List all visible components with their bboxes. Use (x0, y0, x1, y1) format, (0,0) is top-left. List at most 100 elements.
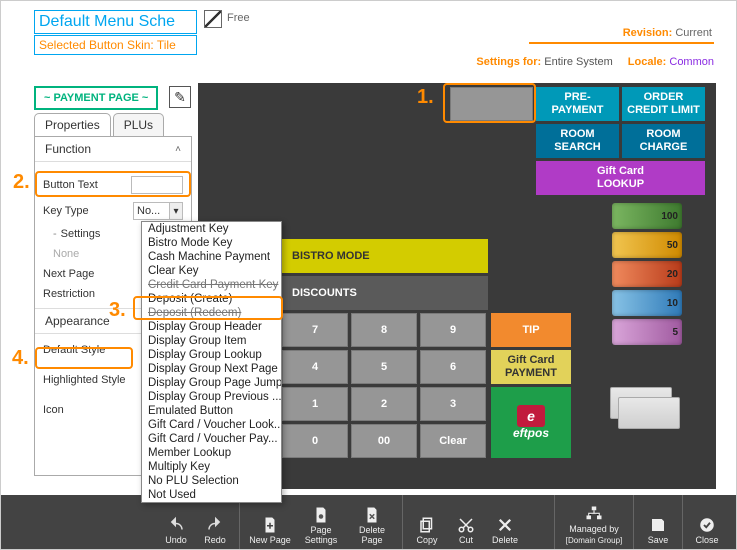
key-type-dropdown-list[interactable]: Adjustment Key Bistro Mode Key Cash Mach… (141, 221, 282, 503)
note-20[interactable]: 20 (612, 261, 682, 287)
dd-item[interactable]: Cash Machine Payment (142, 250, 281, 264)
save-button[interactable]: Save (643, 495, 673, 549)
gift-card-payment-button[interactable]: Gift CardPAYMENT (491, 350, 571, 384)
keypad-0[interactable]: 0 (282, 424, 348, 458)
page-gear-icon (312, 506, 330, 524)
gift-card-lookup-button[interactable]: Gift CardLOOKUP (536, 161, 705, 195)
property-tabs: Properties PLUs (34, 113, 192, 137)
cash-stack-icon[interactable] (610, 387, 680, 431)
redo-icon (206, 516, 224, 534)
save-icon (649, 516, 667, 534)
eftpos-label: eftpos (513, 427, 549, 441)
locale-label: Locale: (628, 56, 667, 68)
dd-item[interactable]: Display Group Previous ... (142, 390, 281, 404)
settings-for-value[interactable]: Entire System (544, 56, 612, 68)
callout-3-label: 3. (109, 299, 126, 322)
row-button-text: Button Text (35, 172, 191, 198)
bistro-mode-button[interactable]: BISTRO MODE (282, 239, 488, 273)
room-charge-button[interactable]: ROOMCHARGE (622, 124, 705, 158)
pre-payment-button[interactable]: PRE-PAYMENT (536, 87, 619, 121)
dd-item[interactable]: Not Used (142, 488, 281, 502)
delete-button[interactable]: Delete (490, 495, 520, 549)
keypad-6[interactable]: 6 (420, 350, 486, 384)
dd-item[interactable]: Bistro Mode Key (142, 236, 281, 250)
callout-2-label: 2. (13, 171, 30, 194)
page-chip[interactable]: ~ PAYMENT PAGE ~ (34, 86, 158, 110)
redo-button[interactable]: Redo (200, 495, 230, 549)
discounts-button[interactable]: DISCOUNTS (282, 276, 488, 310)
dd-item[interactable]: Gift Card / Voucher Look... (142, 418, 281, 432)
button-text-label: Button Text (43, 179, 131, 191)
keypad-5[interactable]: 5 (351, 350, 417, 384)
cash-notes: 100 50 20 10 5 (612, 203, 682, 345)
page-settings-button[interactable]: Page Settings (300, 495, 342, 549)
key-type-dropdown[interactable]: No... ▾ (133, 202, 183, 220)
dd-item[interactable]: Clear Key (142, 264, 281, 278)
dd-item[interactable]: Multiply Key (142, 460, 281, 474)
revision-label: Revision: (623, 27, 673, 39)
section-function-label: Function (45, 142, 91, 156)
keypad-clear[interactable]: Clear (420, 424, 486, 458)
keypad-1[interactable]: 1 (282, 387, 348, 421)
dd-item[interactable]: Gift Card / Voucher Pay... (142, 432, 281, 446)
managed-by-button[interactable]: Managed by [Domain Group] (564, 495, 624, 549)
dd-item[interactable]: Member Lookup (142, 446, 281, 460)
note-5[interactable]: 5 (612, 319, 682, 345)
dd-item[interactable]: Display Group Page Jump (142, 376, 281, 390)
delete-page-button[interactable]: Delete Page (351, 495, 393, 549)
note-10[interactable]: 10 (612, 290, 682, 316)
new-page-button[interactable]: New Page (249, 495, 291, 549)
undo-button[interactable]: Undo (161, 495, 191, 549)
blank-button[interactable] (450, 87, 533, 121)
tab-properties[interactable]: Properties (34, 113, 111, 137)
settings-for-label: Settings for: (476, 56, 541, 68)
tip-button[interactable]: TIP (491, 313, 571, 347)
dd-item[interactable]: Credit Card Payment Key (142, 278, 281, 292)
room-search-button[interactable]: ROOMSEARCH (536, 124, 619, 158)
section-function[interactable]: Function ˄ (35, 137, 191, 162)
dd-item[interactable]: Display Group Next Page (142, 362, 281, 376)
dd-item[interactable]: No PLU Selection (142, 474, 281, 488)
revision: Revision: Current (623, 27, 712, 39)
tab-plus[interactable]: PLUs (113, 113, 164, 137)
dd-item[interactable]: Display Group Lookup (142, 348, 281, 362)
settings-for-line: Settings for: Entire System Locale: Comm… (476, 56, 714, 68)
eftpos-button[interactable]: e eftpos (491, 387, 571, 458)
dd-item[interactable]: Adjustment Key (142, 222, 281, 236)
free-icon[interactable] (204, 10, 222, 28)
dd-item[interactable]: Display Group Header (142, 320, 281, 334)
copy-button[interactable]: Copy (412, 495, 442, 549)
paste-icon[interactable]: ✎ (169, 86, 191, 108)
keypad-7[interactable]: 7 (282, 313, 348, 347)
keypad-8[interactable]: 8 (351, 313, 417, 347)
chevron-down-icon[interactable]: ▾ (169, 202, 183, 220)
check-circle-icon (698, 516, 716, 534)
scissors-icon (457, 516, 475, 534)
dd-item-deposit-create[interactable]: Deposit (Create) (142, 292, 281, 306)
menu-title[interactable]: Default Menu Sche (34, 10, 197, 34)
dd-item[interactable]: Deposit (Redeem) (142, 306, 281, 320)
note-50[interactable]: 50 (612, 232, 682, 258)
order-credit-limit-button[interactable]: ORDERCREDIT LIMIT (622, 87, 705, 121)
keypad-4[interactable]: 4 (282, 350, 348, 384)
keypad-00[interactable]: 00 (351, 424, 417, 458)
close-button[interactable]: Close (692, 495, 722, 549)
key-type-value: No... (133, 202, 169, 220)
divider (529, 42, 714, 44)
button-text-input[interactable] (131, 176, 183, 194)
locale-value[interactable]: Common (669, 56, 714, 68)
selected-skin-label: Selected Button Skin: Tile (34, 35, 197, 55)
close-icon (496, 516, 514, 534)
key-type-label: Key Type (43, 205, 133, 217)
cut-button[interactable]: Cut (451, 495, 481, 549)
keypad-2[interactable]: 2 (351, 387, 417, 421)
chevron-up-icon: ˄ (175, 144, 181, 155)
hierarchy-icon (585, 505, 603, 523)
keypad-3[interactable]: 3 (420, 387, 486, 421)
note-100[interactable]: 100 (612, 203, 682, 229)
keypad-9[interactable]: 9 (420, 313, 486, 347)
free-label: Free (227, 12, 250, 24)
dd-item[interactable]: Display Group Item (142, 334, 281, 348)
undo-icon (167, 516, 185, 534)
dd-item[interactable]: Emulated Button (142, 404, 281, 418)
